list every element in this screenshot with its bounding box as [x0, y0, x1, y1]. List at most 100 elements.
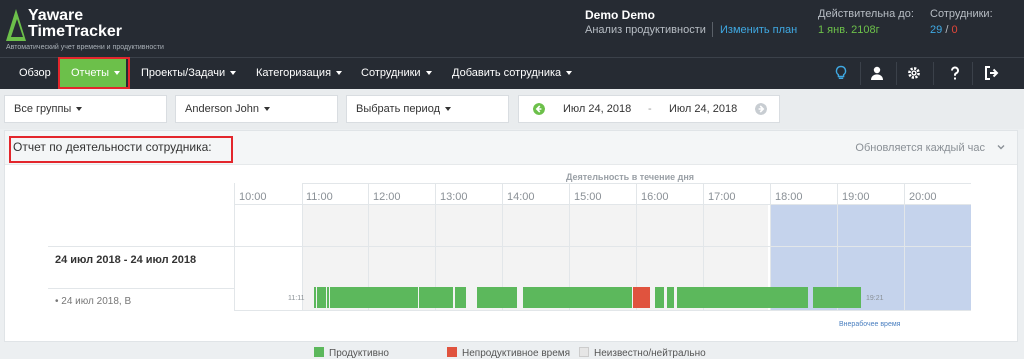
- legend-item-unproductive: Непродуктивное время: [447, 347, 570, 359]
- activity-segment-productive[interactable]: [654, 287, 664, 308]
- grid-line: [904, 183, 905, 310]
- user-icon[interactable]: [869, 65, 885, 81]
- divider: [712, 22, 713, 37]
- divider: [860, 62, 861, 85]
- nav-add-employee[interactable]: Добавить сотрудника: [452, 58, 573, 89]
- nav-categorization[interactable]: Категоризация: [256, 58, 343, 89]
- grid-line: [48, 288, 234, 289]
- legend-swatch: [579, 347, 589, 357]
- period-select-value: Выбрать период: [356, 103, 440, 115]
- employee-select[interactable]: Anderson John: [175, 95, 338, 123]
- activity-segment-productive[interactable]: [326, 287, 329, 308]
- chevron-down-icon: [566, 71, 573, 76]
- account-plan: Анализ продуктивности: [585, 24, 706, 36]
- activity-segment-productive[interactable]: [419, 287, 453, 308]
- legend-label: Непродуктивное время: [462, 348, 571, 359]
- valid-until-label: Действительна до:: [818, 8, 914, 20]
- account-name: Demo Demo: [585, 8, 656, 22]
- chevron-down-icon: [336, 71, 343, 76]
- hour-tick-label: 20:00: [909, 191, 937, 203]
- group-select[interactable]: Все группы: [4, 95, 167, 123]
- legend-label: Продуктивно: [329, 348, 389, 359]
- divider: [972, 62, 973, 85]
- hour-tick-label: 15:00: [574, 191, 602, 203]
- hour-tick-label: 13:00: [440, 191, 468, 203]
- nav-employees[interactable]: Сотрудники: [361, 58, 432, 89]
- logo[interactable]: Yaware TimeTracker Автоматический учет в…: [6, 6, 206, 54]
- legend-label: Неизвестно/нейтрально: [594, 348, 706, 359]
- nav-add-employee-label: Добавить сотрудника: [452, 67, 562, 79]
- hour-tick-label: 19:00: [842, 191, 870, 203]
- gear-icon[interactable]: [906, 65, 922, 81]
- grid-line: [234, 310, 971, 311]
- top-bar: Yaware TimeTracker Автоматический учет в…: [0, 0, 1024, 57]
- activity-segment-productive[interactable]: [677, 287, 808, 308]
- hour-tick-label: 11:00: [306, 191, 333, 203]
- nav-overview[interactable]: Обзор: [19, 58, 51, 89]
- grid-line: [302, 183, 303, 310]
- date-range: Июл 24, 2018 - Июл 24, 2018: [518, 95, 780, 123]
- nav-categorization-label: Категоризация: [256, 67, 332, 79]
- hour-tick-label: 17:00: [708, 191, 736, 203]
- activity-segment-unproductive[interactable]: [632, 287, 651, 308]
- question-icon[interactable]: [947, 65, 963, 81]
- update-note: Обновляется каждый час: [855, 142, 985, 154]
- hour-tick-label: 18:00: [775, 191, 803, 203]
- nav-projects-label: Проекты/Задачи: [141, 67, 226, 79]
- sign-out-icon[interactable]: [984, 65, 1000, 81]
- divider: [933, 62, 934, 85]
- grid-line: [234, 204, 971, 205]
- main-nav: Обзор Отчеты Проекты/Задачи Категоризаци…: [0, 57, 1024, 89]
- chevron-down-icon: [425, 71, 432, 76]
- group-select-value: Все группы: [14, 103, 72, 115]
- activity-segment-productive[interactable]: [523, 287, 633, 308]
- logo-name-line2: TimeTracker: [28, 23, 122, 40]
- activity-segment-productive[interactable]: [813, 287, 862, 308]
- activity-segment-productive[interactable]: [667, 287, 674, 308]
- activity-segment-productive[interactable]: [329, 287, 419, 308]
- hour-tick-label: 12:00: [373, 191, 401, 203]
- next-date-icon[interactable]: [755, 103, 767, 115]
- start-time-label: 11:11: [288, 295, 305, 302]
- prev-date-icon[interactable]: [533, 103, 545, 115]
- hour-tick-label: 10:00: [239, 191, 267, 203]
- highlight-box: [9, 136, 233, 163]
- nav-employees-label: Сотрудники: [361, 67, 421, 79]
- period-select[interactable]: Выбрать период: [346, 95, 509, 123]
- date-dash: -: [648, 103, 652, 115]
- legend-swatch: [314, 347, 324, 357]
- divider: [896, 62, 897, 85]
- activity-segment-productive[interactable]: [455, 287, 467, 308]
- date-from[interactable]: Июл 24, 2018: [563, 96, 631, 122]
- employees-active-count[interactable]: 29: [930, 24, 942, 36]
- employees-label: Сотрудники:: [930, 8, 993, 20]
- hour-tick-label: 16:00: [641, 191, 669, 203]
- chart-header: Деятельность в течение дня: [566, 172, 695, 182]
- chevron-down-icon[interactable]: [997, 143, 1005, 151]
- employees-count[interactable]: 29 / 0: [930, 24, 958, 36]
- logo-name-line1: Yaware: [28, 7, 84, 24]
- logo-tagline: Автоматический учет времени и продуктивн…: [6, 44, 164, 51]
- chevron-down-icon: [445, 107, 451, 112]
- change-plan-link[interactable]: Изменить план: [720, 24, 797, 36]
- outside-hours-label: Внерабочее время: [839, 321, 901, 328]
- filter-bar: Все группы Anderson John Выбрать период …: [0, 89, 1024, 129]
- legend-item-productive: Продуктивно: [314, 347, 389, 359]
- employee-select-value: Anderson John: [185, 103, 259, 115]
- grid-line: [234, 183, 235, 310]
- hour-tick-label: 14:00: [507, 191, 535, 203]
- legend-swatch: [447, 347, 457, 357]
- lightbulb-icon[interactable]: [833, 65, 849, 81]
- grid-line: [48, 246, 971, 247]
- chevron-down-icon: [230, 71, 237, 76]
- date-to[interactable]: Июл 24, 2018: [669, 96, 737, 122]
- chevron-down-icon: [76, 107, 83, 112]
- chevron-down-icon: [264, 107, 270, 112]
- highlight-box: [58, 57, 130, 89]
- end-time-label: 19:21: [866, 295, 884, 302]
- valid-until-value: 1 янв. 2108г: [818, 24, 880, 36]
- employees-other-count[interactable]: 0: [951, 24, 957, 36]
- nav-projects[interactable]: Проекты/Задачи: [141, 58, 237, 89]
- activity-chart: Деятельность в течение дня 10:00 11:00 1…: [5, 166, 1017, 359]
- activity-segment-productive[interactable]: [477, 287, 518, 308]
